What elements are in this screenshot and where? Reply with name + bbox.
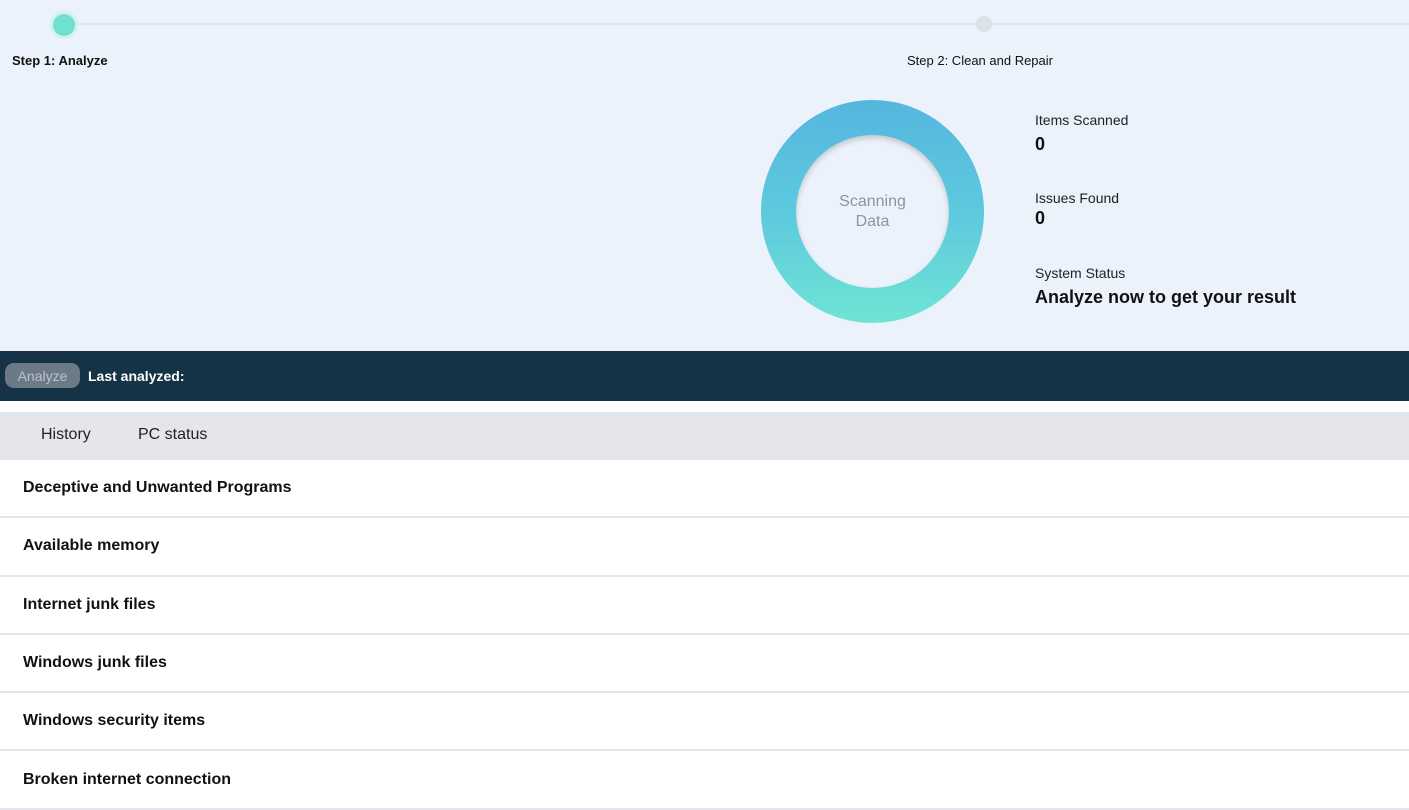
list-item-label: Internet junk files bbox=[23, 595, 156, 613]
items-scanned-value: 0 bbox=[1035, 134, 1046, 154]
list-item[interactable]: Windows security items bbox=[0, 693, 1409, 752]
list-item-label: Windows security items bbox=[23, 712, 206, 730]
tab-pc-status[interactable]: PC status bbox=[138, 426, 207, 444]
system-status-label: System Status bbox=[1035, 265, 1126, 281]
scan-ring-center: Scanning Data bbox=[796, 135, 949, 288]
status-item-list: Deceptive and Unwanted Programs Availabl… bbox=[0, 460, 1409, 810]
list-item[interactable]: Available memory bbox=[0, 518, 1409, 577]
system-status-value: Analyze now to get your result bbox=[1035, 287, 1297, 307]
list-item-label: Broken internet connection bbox=[23, 770, 232, 788]
issues-found-label: Issues Found bbox=[1035, 190, 1120, 206]
step1-label: Step 1: Analyze bbox=[12, 53, 108, 68]
list-item-label: Windows junk files bbox=[23, 654, 167, 672]
tab-history[interactable]: History bbox=[41, 426, 91, 444]
list-item[interactable]: Broken internet connection bbox=[0, 751, 1409, 810]
scan-progress-ring: Scanning Data bbox=[761, 100, 984, 323]
list-item[interactable]: Internet junk files bbox=[0, 576, 1409, 635]
action-bar: Analyze Last analyzed: bbox=[0, 351, 1409, 401]
step1-indicator-icon bbox=[50, 11, 78, 39]
last-analyzed-label: Last analyzed: bbox=[88, 368, 185, 384]
step2-label: Step 2: Clean and Repair bbox=[907, 53, 1053, 68]
analyze-button[interactable]: Analyze bbox=[5, 363, 80, 388]
scan-ring-text-line1: Scanning bbox=[839, 192, 906, 210]
step2-indicator-icon bbox=[976, 16, 992, 32]
list-item[interactable]: Deceptive and Unwanted Programs bbox=[0, 460, 1409, 519]
scan-header-panel: Step 1: Analyze Step 2: Clean and Repair… bbox=[0, 0, 1409, 351]
tab-bar: History PC status bbox=[0, 412, 1409, 460]
list-item-label: Deceptive and Unwanted Programs bbox=[23, 479, 292, 497]
scan-ring-text-line2: Data bbox=[855, 212, 890, 230]
progress-track bbox=[64, 23, 1409, 25]
items-scanned-label: Items Scanned bbox=[1035, 112, 1129, 128]
list-item[interactable]: Windows junk files bbox=[0, 634, 1409, 694]
issues-found-value: 0 bbox=[1035, 208, 1046, 228]
list-item-label: Available memory bbox=[23, 537, 160, 555]
